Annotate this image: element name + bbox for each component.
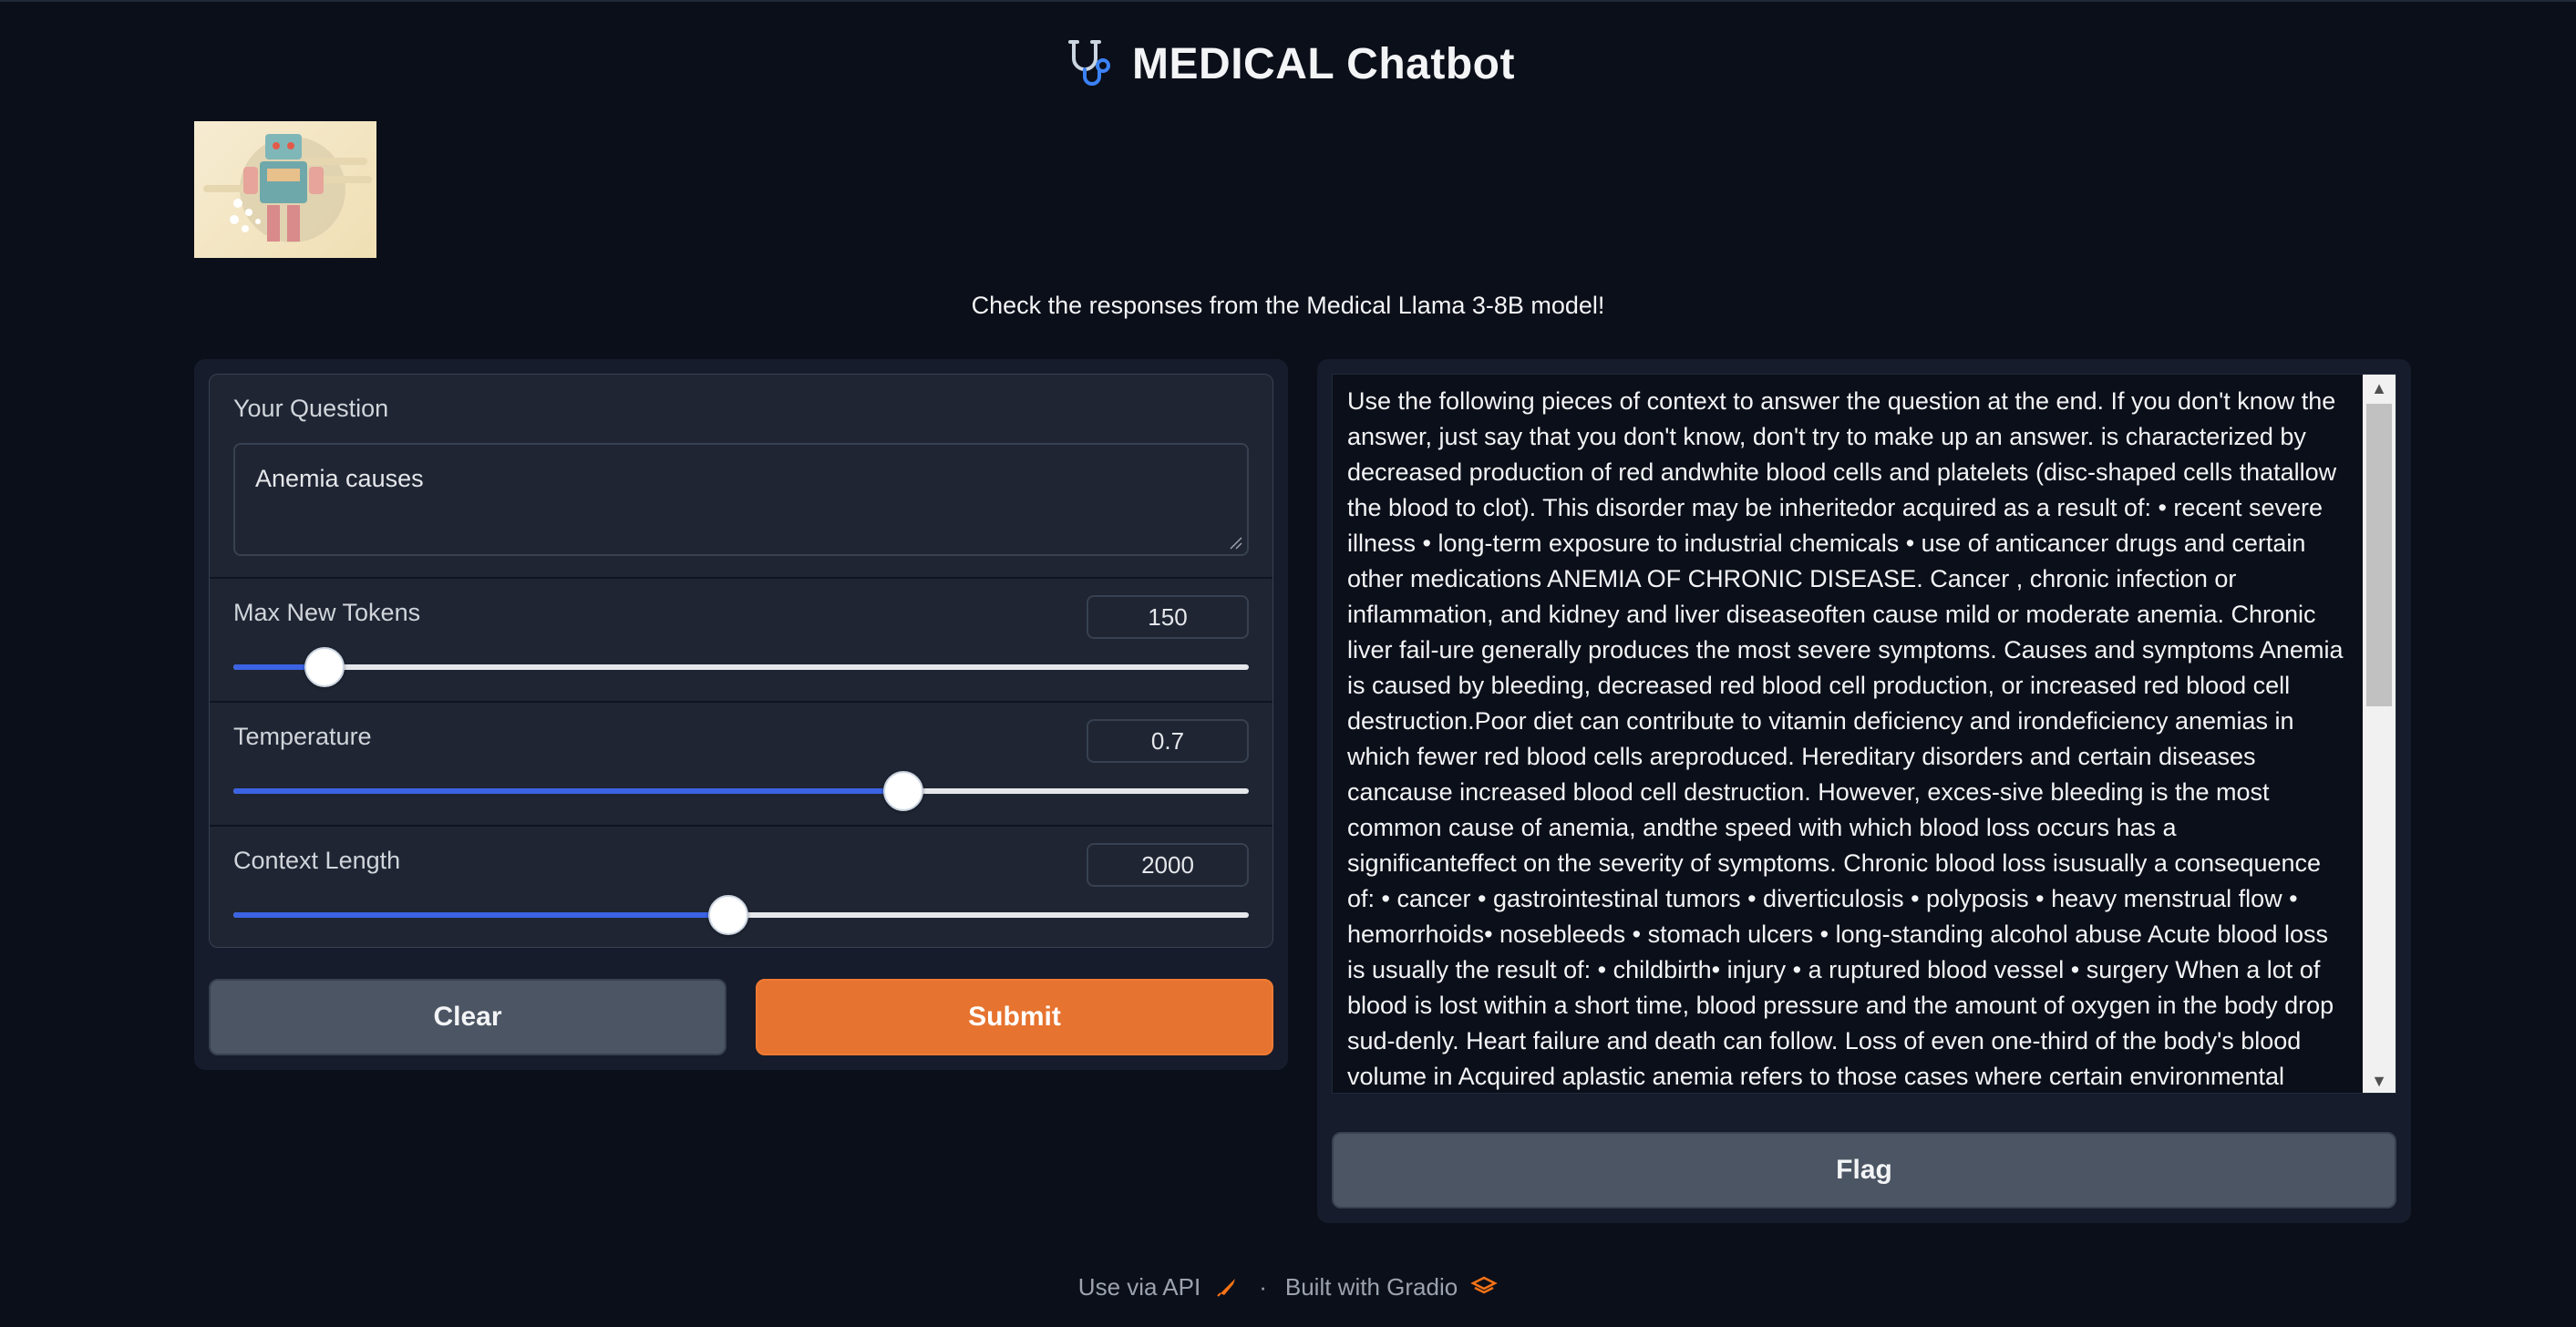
clear-button[interactable]: Clear xyxy=(209,979,726,1055)
flag-button[interactable]: Flag xyxy=(1332,1132,2396,1209)
context-length-number-input[interactable]: 2000 xyxy=(1087,843,1249,887)
app-header: MEDICAL Chatbot xyxy=(0,29,2576,98)
rocket-icon xyxy=(1217,1279,1236,1297)
max-new-tokens-slider[interactable] xyxy=(233,647,1249,687)
action-buttons: Clear Submit xyxy=(209,979,1273,1055)
input-panel: Your Question Anemia causes Max New Toke… xyxy=(194,359,1288,1070)
temperature-field: Temperature 0.7 xyxy=(210,703,1273,827)
footer: Use via API · Built with Gradio xyxy=(0,1267,2576,1307)
context-length-slider[interactable] xyxy=(233,895,1249,935)
output-panel: Use the following pieces of context to a… xyxy=(1317,359,2411,1223)
robot-illustration xyxy=(203,134,372,242)
context-length-field: Context Length 2000 xyxy=(210,827,1273,947)
max-new-tokens-field: Max New Tokens 150 xyxy=(210,579,1273,703)
subtitle-text: Check the responses from the Medical Lla… xyxy=(971,292,1605,319)
response-text: Use the following pieces of context to a… xyxy=(1347,387,2344,1090)
temperature-number-input[interactable]: 0.7 xyxy=(1087,719,1249,763)
slider-thumb[interactable] xyxy=(304,647,345,687)
resize-grip-icon[interactable] xyxy=(1227,534,1243,550)
slider-fill xyxy=(233,788,904,794)
max-new-tokens-number-input[interactable]: 150 xyxy=(1087,595,1249,639)
slider-thumb[interactable] xyxy=(883,771,924,811)
gradio-logo-icon xyxy=(1470,1276,1498,1294)
submit-button[interactable]: Submit xyxy=(756,979,1273,1055)
response-output[interactable]: Use the following pieces of context to a… xyxy=(1332,374,2396,1094)
slider-thumb[interactable] xyxy=(707,895,748,935)
scroll-up-arrow-icon[interactable]: ▲ xyxy=(2363,375,2396,402)
question-field: Your Question Anemia causes xyxy=(210,375,1273,579)
use-via-api-link[interactable]: Use via API xyxy=(1078,1273,1200,1301)
temperature-slider[interactable] xyxy=(233,771,1249,811)
question-label: Your Question xyxy=(233,395,389,422)
question-value: Anemia causes xyxy=(255,465,424,492)
question-input[interactable]: Anemia causes xyxy=(233,443,1249,556)
page-title: MEDICAL Chatbot xyxy=(1132,39,1515,88)
parameters-form: Your Question Anemia causes Max New Toke… xyxy=(209,374,1273,948)
scroll-down-arrow-icon[interactable]: ▼ xyxy=(2363,1067,2396,1093)
stethoscope-icon xyxy=(1068,40,1111,86)
robot-image xyxy=(194,121,376,258)
output-scrollbar[interactable]: ▲ ▼ xyxy=(2363,375,2396,1093)
scroll-thumb[interactable] xyxy=(2366,404,2392,706)
footer-separator: · xyxy=(1259,1272,1267,1301)
slider-fill xyxy=(233,912,728,918)
built-with-gradio-link[interactable]: Built with Gradio xyxy=(1285,1273,1458,1301)
